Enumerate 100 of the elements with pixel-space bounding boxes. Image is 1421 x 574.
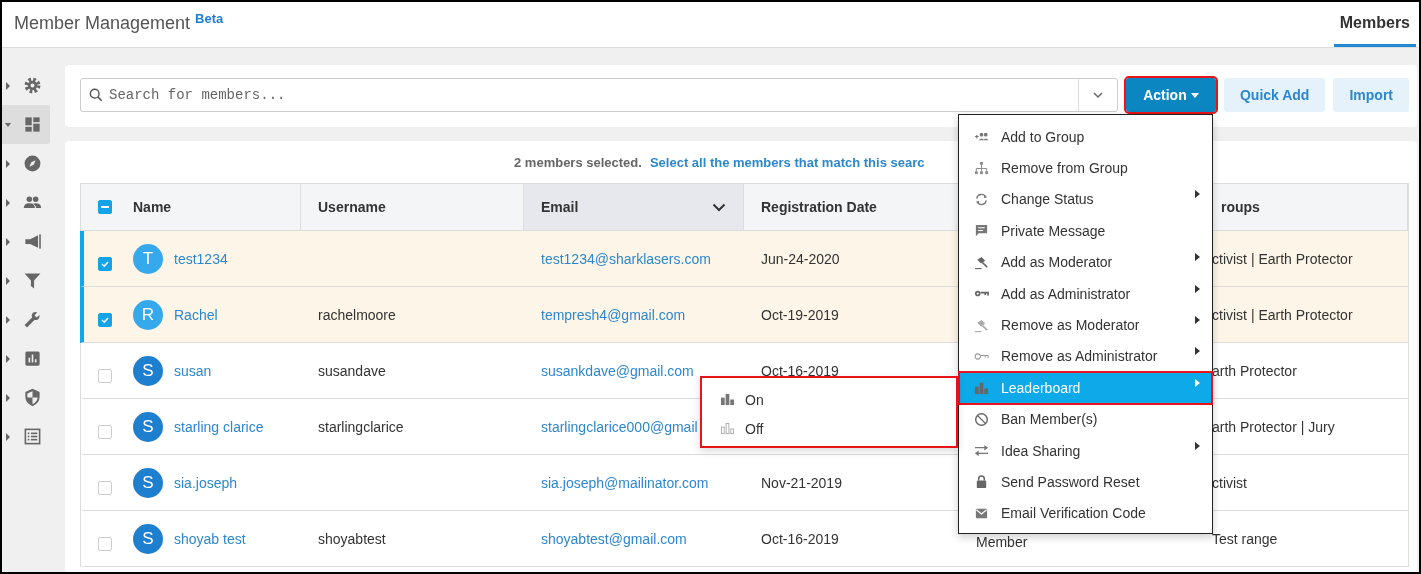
- members-tab[interactable]: Members: [1333, 2, 1416, 47]
- compass-icon: [23, 154, 42, 173]
- menu-item[interactable]: Add as Administrator: [959, 277, 1212, 310]
- search-field[interactable]: Search for members...: [80, 78, 1118, 112]
- row-checkbox[interactable]: [98, 256, 112, 271]
- gear-icon: [23, 76, 42, 95]
- ban-icon: [974, 411, 989, 427]
- caret-icon: [5, 198, 11, 207]
- submenu-item[interactable]: On: [702, 385, 956, 414]
- groups-text: arth Protector: [1212, 362, 1297, 379]
- member-name-link[interactable]: sia.joseph: [174, 474, 238, 491]
- menu-item[interactable]: Add to Group: [959, 121, 1212, 153]
- swap-icon: [974, 443, 989, 459]
- groups-text: ctivist | Earth Protector: [1212, 250, 1353, 267]
- caret-icon: [5, 81, 11, 90]
- name-header[interactable]: Name: [81, 184, 301, 231]
- row-checkbox[interactable]: [98, 312, 112, 327]
- gavel-icon: [974, 254, 989, 270]
- avatar: T: [133, 243, 163, 274]
- hierarchy-icon: [974, 160, 989, 176]
- select-all-checkbox[interactable]: [98, 200, 112, 214]
- beta-label: Beta: [195, 11, 224, 26]
- caret-icon: [5, 315, 11, 324]
- email-link[interactable]: starlingclarice000@gmail: [541, 418, 698, 435]
- groups-text: ctivist | Earth Protector: [1212, 306, 1353, 323]
- member-name-link[interactable]: susan: [174, 362, 212, 379]
- lock-icon: [974, 474, 989, 490]
- search-input[interactable]: Search for members...: [109, 87, 1078, 103]
- submenu-item[interactable]: Off: [702, 414, 956, 443]
- email-link[interactable]: susankdave@gmail.com: [541, 362, 694, 379]
- submenu-arrow-icon: [1195, 253, 1200, 262]
- avatar: S: [133, 355, 163, 386]
- row-checkbox[interactable]: [98, 368, 112, 383]
- submenu-arrow-icon: [1195, 316, 1200, 325]
- username-text: rachelmoore: [318, 306, 396, 323]
- selection-count: 2 members selected.: [514, 154, 642, 170]
- email-link[interactable]: sia.joseph@mailinator.com: [541, 474, 709, 491]
- page-title: Member Management: [14, 13, 191, 34]
- avatar: R: [133, 299, 163, 330]
- submenu-arrow-icon: [1195, 441, 1200, 450]
- username-text: susandave: [318, 362, 386, 379]
- date-header[interactable]: Registration Date: [744, 184, 959, 231]
- menu-item[interactable]: Send Password Reset: [959, 466, 1212, 498]
- chat-icon: [974, 223, 989, 239]
- registration-date-text: Jun-24-2020: [761, 250, 840, 267]
- menu-item[interactable]: Idea Sharing: [959, 434, 1212, 467]
- groups-text: Test range: [1212, 530, 1278, 547]
- filter-icon: [23, 271, 42, 290]
- caret-icon: [5, 354, 11, 363]
- list-icon: [23, 427, 42, 446]
- sidebar-item[interactable]: [2, 105, 50, 144]
- bar-chart-icon: [720, 393, 735, 406]
- username-header[interactable]: Username: [301, 184, 524, 231]
- row-checkbox[interactable]: [98, 536, 112, 551]
- select-all-link[interactable]: Select all the members that match this searc: [649, 154, 925, 170]
- dashboard-icon: [23, 115, 42, 134]
- row-checkbox[interactable]: [98, 424, 112, 439]
- avatar: S: [133, 411, 163, 442]
- member-name-link[interactable]: Rachel: [174, 306, 218, 323]
- wrench-icon: [23, 310, 42, 329]
- menu-item[interactable]: Remove as Administrator: [959, 340, 1212, 373]
- action-button[interactable]: Action: [1125, 78, 1216, 112]
- chevron-down-icon: [712, 202, 726, 212]
- registration-date-text: Oct-16-2019: [761, 362, 839, 379]
- gavel-icon: [974, 317, 989, 333]
- menu-item[interactable]: Remove as Moderator: [959, 309, 1212, 341]
- username-text: starlingclarice: [318, 418, 404, 435]
- groups-text: ctivist: [1212, 474, 1247, 491]
- submenu-arrow-icon: [1195, 347, 1200, 356]
- member-name-link[interactable]: shoyab test: [174, 530, 246, 547]
- shield-icon: [23, 388, 42, 407]
- menu-item[interactable]: Email Verification Code: [959, 497, 1212, 530]
- bar-chart-icon: [974, 380, 989, 396]
- caret-icon: [5, 432, 11, 441]
- caret-icon: [5, 159, 11, 168]
- bar-chart-icon: [720, 422, 735, 435]
- registration-date-text: Oct-16-2019: [761, 530, 839, 547]
- member-name-link[interactable]: test1234: [174, 250, 228, 267]
- search-icon: [89, 88, 103, 102]
- menu-item[interactable]: Add as Moderator: [959, 246, 1212, 278]
- registration-date-text: Nov-21-2019: [761, 474, 842, 491]
- caret-icon: [5, 276, 11, 285]
- username-text: shoyabtest: [318, 530, 386, 547]
- refresh-icon: [974, 191, 989, 207]
- member-name-link[interactable]: starling clarice: [174, 418, 264, 435]
- chevron-down-icon: [1091, 91, 1104, 99]
- role-text: Member: [976, 533, 1028, 550]
- email-link[interactable]: shoyabtest@gmail.com: [541, 530, 687, 547]
- registration-date-text: Oct-19-2019: [761, 306, 839, 323]
- caret-icon: [5, 120, 11, 129]
- submenu-arrow-icon: [1195, 378, 1200, 387]
- chart-icon: [23, 349, 42, 368]
- submenu-arrow-icon: [1195, 284, 1200, 293]
- caret-icon: [5, 393, 11, 402]
- row-checkbox[interactable]: [98, 480, 112, 495]
- menu-item[interactable]: Remove from Group: [959, 152, 1212, 184]
- menu-item[interactable]: Ban Member(s): [959, 403, 1212, 435]
- email-header[interactable]: Email: [524, 184, 744, 231]
- avatar: S: [133, 523, 163, 554]
- submenu-arrow-icon: [1195, 190, 1200, 199]
